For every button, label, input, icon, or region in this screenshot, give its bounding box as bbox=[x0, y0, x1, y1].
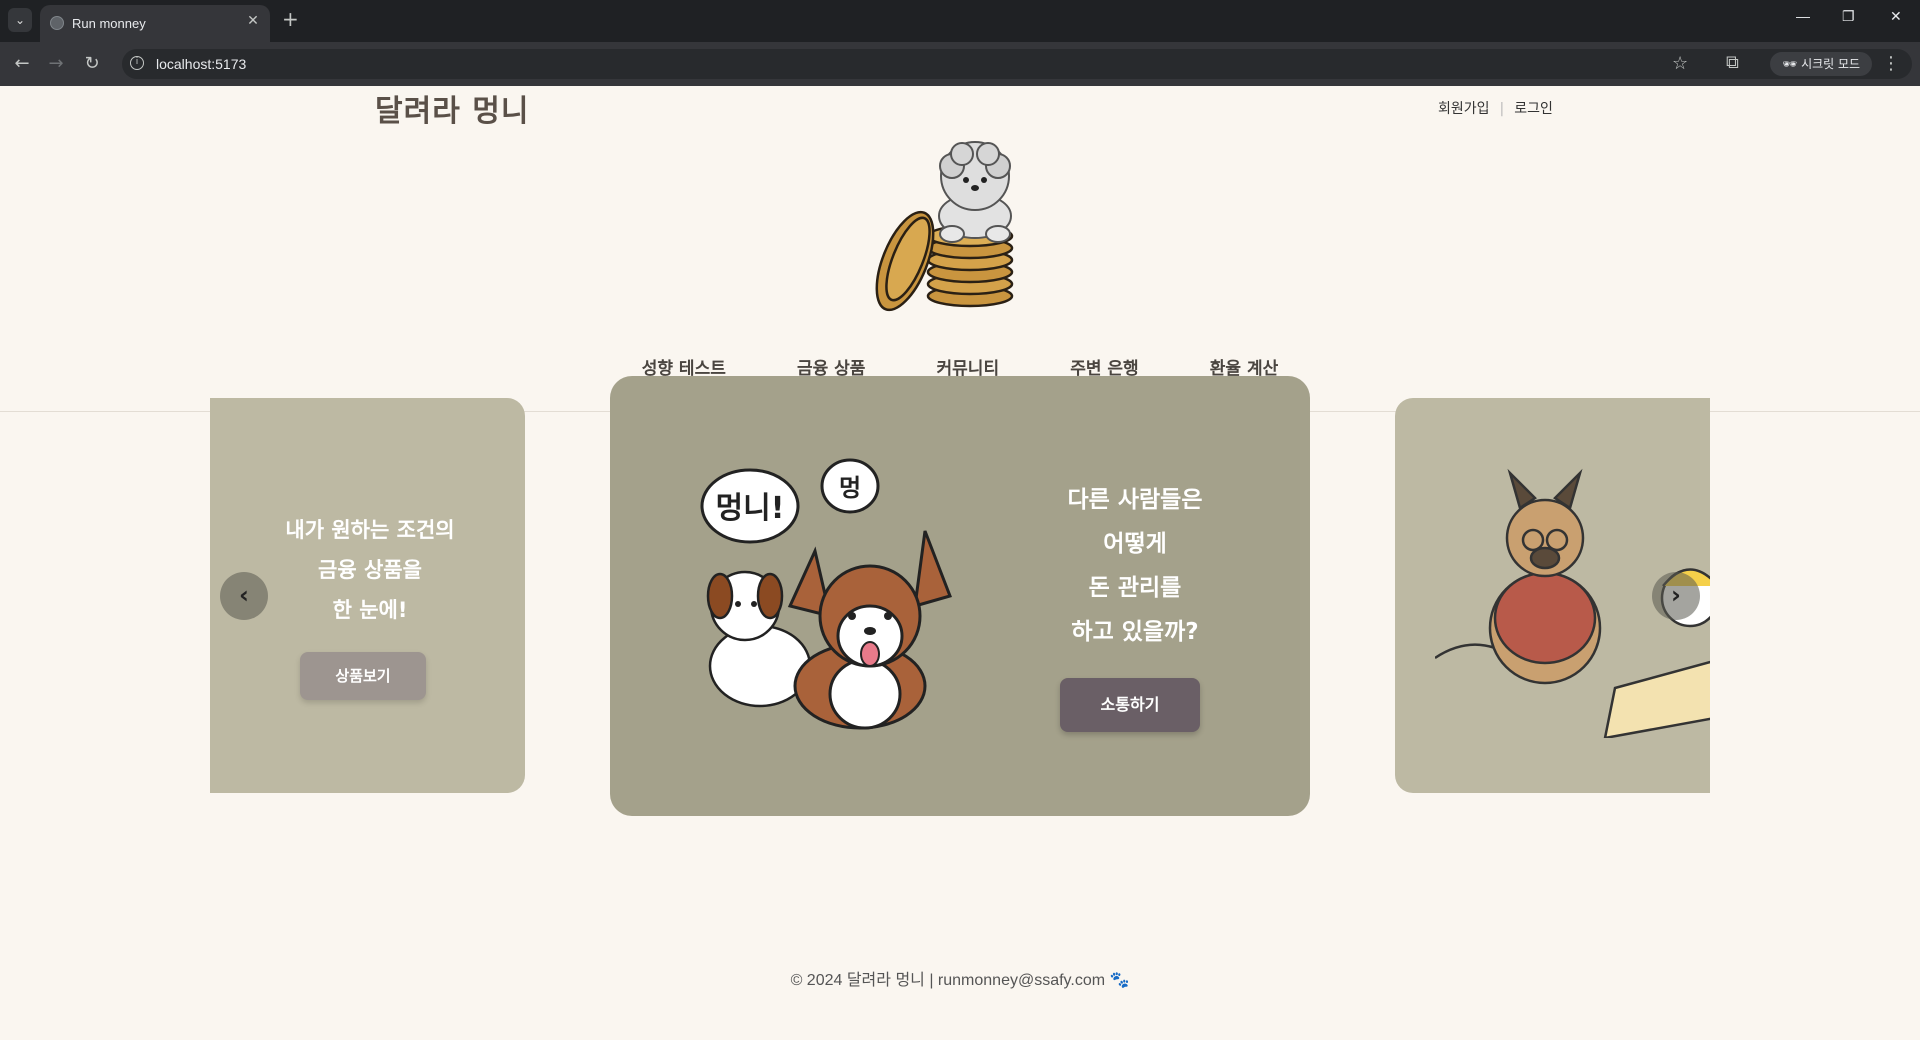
carousel-card-community[interactable]: 멍니! 멍 다른 사람들은 어떻게 돈 관리를 하고 있을까? 소통하기 bbox=[610, 376, 1310, 816]
dogs-talking-illustration: 멍니! 멍 bbox=[700, 458, 952, 730]
community-card-line: 돈 관리를 bbox=[1088, 575, 1182, 601]
auth-links: 회원가입 | 로그인 bbox=[1438, 98, 1553, 118]
tab-list-button[interactable]: ⌄ bbox=[8, 8, 32, 32]
incognito-icon: 🕶 bbox=[1782, 57, 1798, 71]
site-info-icon[interactable]: i bbox=[130, 56, 144, 70]
url-text[interactable]: localhost:5173 bbox=[156, 56, 246, 72]
bubble-text-mung: 멍 bbox=[839, 474, 861, 502]
site-logo[interactable]: 달려라 멍니 bbox=[375, 86, 529, 130]
minimize-button[interactable]: — bbox=[1796, 8, 1810, 24]
tab-close-icon[interactable]: ✕ bbox=[244, 13, 262, 29]
carousel-prev-button[interactable]: ‹ bbox=[220, 572, 268, 620]
footer: © 2024 달려라 멍니 | runmonney@ssafy.com 🐾 bbox=[0, 966, 1920, 990]
carousel-next-button[interactable]: › bbox=[1652, 572, 1700, 620]
products-card-line: 내가 원하는 조건의 bbox=[285, 518, 455, 542]
products-card-line: 금융 상품을 bbox=[318, 558, 422, 582]
browser-tab[interactable]: Run monney ✕ bbox=[40, 5, 270, 42]
restore-button[interactable]: ❐ bbox=[1842, 8, 1855, 25]
incognito-label: 시크릿 모드 bbox=[1801, 57, 1861, 71]
view-products-button[interactable]: 상품보기 bbox=[300, 652, 426, 700]
browser-tab-bar: ⌄ Run monney ✕ + — ❐ ✕ bbox=[0, 0, 1920, 42]
auth-separator: | bbox=[1499, 101, 1505, 117]
products-card-text: 내가 원하는 조건의 금융 상품을 한 눈에! bbox=[250, 510, 490, 630]
back-button[interactable]: ← bbox=[10, 52, 34, 76]
address-bar[interactable]: i localhost:5173 ☆ ⧉ 🕶 시크릿 모드 ⋮ bbox=[122, 49, 1912, 79]
incognito-badge[interactable]: 🕶 시크릿 모드 bbox=[1770, 52, 1873, 76]
footer-text: © 2024 달려라 멍니 | runmonney@ssafy.com bbox=[790, 972, 1106, 989]
globe-icon bbox=[50, 16, 64, 30]
communicate-button[interactable]: 소통하기 bbox=[1060, 678, 1200, 732]
extensions-icon[interactable]: ⧉ bbox=[1726, 52, 1739, 73]
forward-button[interactable]: → bbox=[44, 52, 68, 76]
products-card-line: 한 눈에! bbox=[332, 598, 408, 622]
tab-title: Run monney bbox=[72, 16, 146, 31]
dog-on-coins-illustration bbox=[875, 141, 1014, 312]
login-link[interactable]: 로그인 bbox=[1514, 101, 1553, 117]
paw-icon: 🐾 bbox=[1109, 972, 1130, 989]
community-card-line: 다른 사람들은 bbox=[1067, 487, 1203, 513]
signup-link[interactable]: 회원가입 bbox=[1438, 101, 1490, 117]
bookmark-star-icon[interactable]: ☆ bbox=[1672, 53, 1688, 74]
close-window-button[interactable]: ✕ bbox=[1890, 8, 1902, 25]
bubble-text-mungni: 멍니! bbox=[716, 491, 785, 526]
reload-button[interactable]: ↻ bbox=[80, 52, 104, 76]
community-card-text: 다른 사람들은 어떻게 돈 관리를 하고 있을까? bbox=[1030, 478, 1240, 654]
browser-menu-icon[interactable]: ⋮ bbox=[1882, 53, 1900, 74]
community-card-line: 하고 있을까? bbox=[1071, 619, 1199, 645]
new-tab-button[interactable]: + bbox=[282, 8, 299, 30]
browser-toolbar: ← → ↻ i localhost:5173 ☆ ⧉ 🕶 시크릿 모드 ⋮ bbox=[0, 42, 1920, 86]
community-card-line: 어떻게 bbox=[1103, 531, 1167, 557]
